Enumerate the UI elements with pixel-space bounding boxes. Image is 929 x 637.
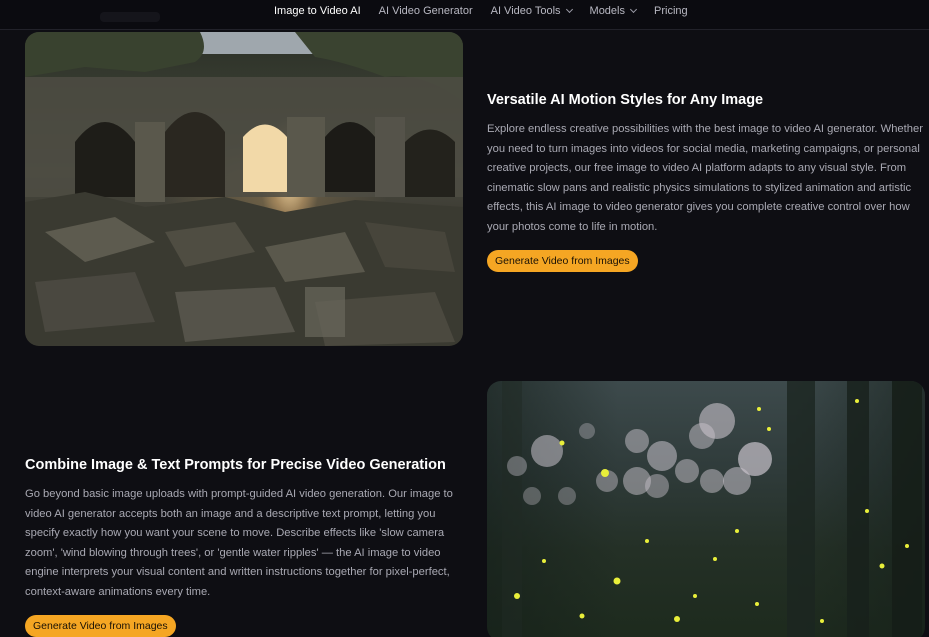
section-paragraph: Go beyond basic image uploads with promp… <box>25 488 453 598</box>
nav-link-label: Models <box>589 5 625 17</box>
nav-link-image-to-video-ai[interactable]: Image to Video AI <box>274 5 361 17</box>
section-heading: Combine Image & Text Prompts for Precise… <box>25 457 446 473</box>
nav-link-label: Pricing <box>654 5 688 17</box>
top-navigation: Image to Video AI AI Video Generator AI … <box>0 0 929 30</box>
section-paragraph: Explore endless creative possibilities w… <box>487 123 923 233</box>
section-heading: Versatile AI Motion Styles for Any Image <box>487 92 764 108</box>
section-image-text-prompts: Combine Image & Text Prompts for Precise… <box>25 455 465 602</box>
nav-link-label: Image to Video AI <box>274 5 361 17</box>
nav-link-ai-video-generator[interactable]: AI Video Generator <box>379 5 473 17</box>
fireflies-forest-image <box>487 381 925 637</box>
generate-video-button[interactable]: Generate Video from Images <box>487 250 638 272</box>
ruins-arches-image <box>25 32 463 346</box>
chevron-down-icon <box>629 5 638 14</box>
nav-link-label: AI Video Tools <box>490 5 561 17</box>
logo[interactable] <box>100 12 160 22</box>
generate-video-button[interactable]: Generate Video from Images <box>25 615 176 637</box>
section-motion-styles: Versatile AI Motion Styles for Any Image… <box>487 90 925 237</box>
nav-link-models[interactable]: Models <box>589 5 638 17</box>
nav-link-pricing[interactable]: Pricing <box>654 5 688 17</box>
nav-links: Image to Video AI AI Video Generator AI … <box>274 0 688 22</box>
chevron-down-icon <box>565 5 573 14</box>
nav-link-ai-video-tools[interactable]: AI Video Tools <box>490 5 573 17</box>
nav-link-label: AI Video Generator <box>378 5 473 17</box>
